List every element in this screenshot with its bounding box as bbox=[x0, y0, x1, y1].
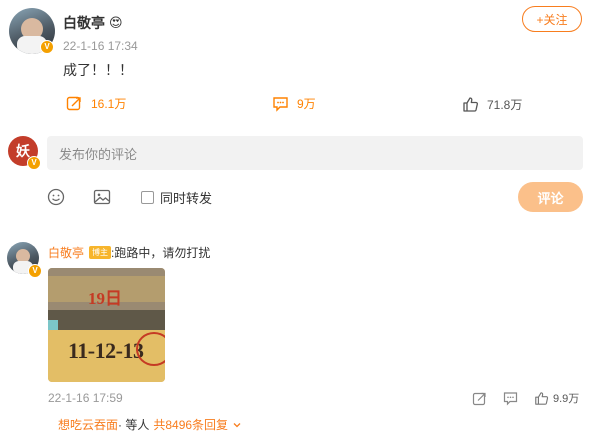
comment-share-button[interactable] bbox=[472, 391, 487, 411]
repost-checkbox[interactable] bbox=[141, 191, 154, 204]
comment-like-button[interactable]: 9.9万 bbox=[534, 390, 579, 406]
comment-input-placeholder: 发布你的评论 bbox=[59, 146, 138, 162]
comment-button[interactable]: 9万 bbox=[272, 95, 316, 112]
comment-reply-button[interactable] bbox=[503, 391, 518, 411]
picture-icon bbox=[93, 189, 111, 205]
post-text: 成了！！！ bbox=[63, 62, 133, 78]
repost-checkbox-label: 同时转发 bbox=[160, 191, 213, 206]
comment-timestamp: 22-1-16 17:59 bbox=[48, 391, 123, 405]
repost-button[interactable]: 16.1万 bbox=[66, 95, 126, 112]
submit-comment-button[interactable]: 评论 bbox=[518, 182, 583, 212]
emoji-button[interactable] bbox=[47, 188, 65, 211]
comment-verified-badge-icon: V bbox=[28, 264, 42, 278]
follow-label: +关注 bbox=[536, 12, 568, 27]
comment-like-count: 9.9万 bbox=[553, 393, 580, 405]
comment-count: 9万 bbox=[297, 97, 316, 111]
user-verified-badge-icon: V bbox=[27, 156, 41, 170]
comment-image-numbers: 11-12-13 bbox=[68, 338, 144, 363]
blogger-badge: 博主 bbox=[89, 246, 112, 259]
comment-thumbs-up-icon bbox=[535, 391, 549, 405]
chevron-down-icon bbox=[233, 422, 241, 427]
repost-count: 16.1万 bbox=[91, 97, 127, 111]
comment-image-day: 19日 bbox=[88, 289, 122, 308]
repost-icon bbox=[66, 96, 81, 111]
reply-user-name[interactable]: 想吃云吞面 bbox=[58, 416, 118, 433]
comment-icon bbox=[273, 97, 288, 112]
comment-author-name[interactable]: 白敬亭 bbox=[48, 244, 84, 261]
image-upload-button[interactable] bbox=[93, 188, 111, 211]
reply-total-link[interactable]: 共8496条回复 bbox=[153, 416, 228, 433]
share-icon bbox=[472, 392, 486, 406]
like-count: 71.8万 bbox=[487, 98, 523, 112]
follow-button[interactable]: +关注 bbox=[522, 6, 582, 32]
repost-checkbox-row[interactable]: 同时转发 bbox=[141, 188, 212, 207]
verified-badge-icon: V bbox=[40, 40, 54, 54]
reply-suffix: · 等人 bbox=[118, 418, 150, 432]
reply-icon bbox=[503, 392, 518, 406]
post-author-name[interactable]: 白敬亭 bbox=[63, 13, 105, 33]
replies-row[interactable]: 想吃云吞面 · 等人 共8496条回复 bbox=[58, 416, 242, 433]
submit-comment-label: 评论 bbox=[537, 190, 564, 206]
like-button[interactable]: 71.8万 bbox=[462, 96, 522, 113]
heart-eyes-emoji: 😍 bbox=[109, 15, 123, 30]
comment-input[interactable]: 发布你的评论 bbox=[47, 136, 583, 170]
comment-image[interactable]: 19日 11-12-13 bbox=[48, 268, 165, 382]
comment-text: :跑路中，请勿打扰 bbox=[111, 246, 211, 260]
thumbs-up-icon bbox=[463, 97, 478, 112]
post-timestamp[interactable]: 22-1-16 17:34 bbox=[63, 39, 138, 53]
smiley-icon bbox=[47, 188, 65, 206]
